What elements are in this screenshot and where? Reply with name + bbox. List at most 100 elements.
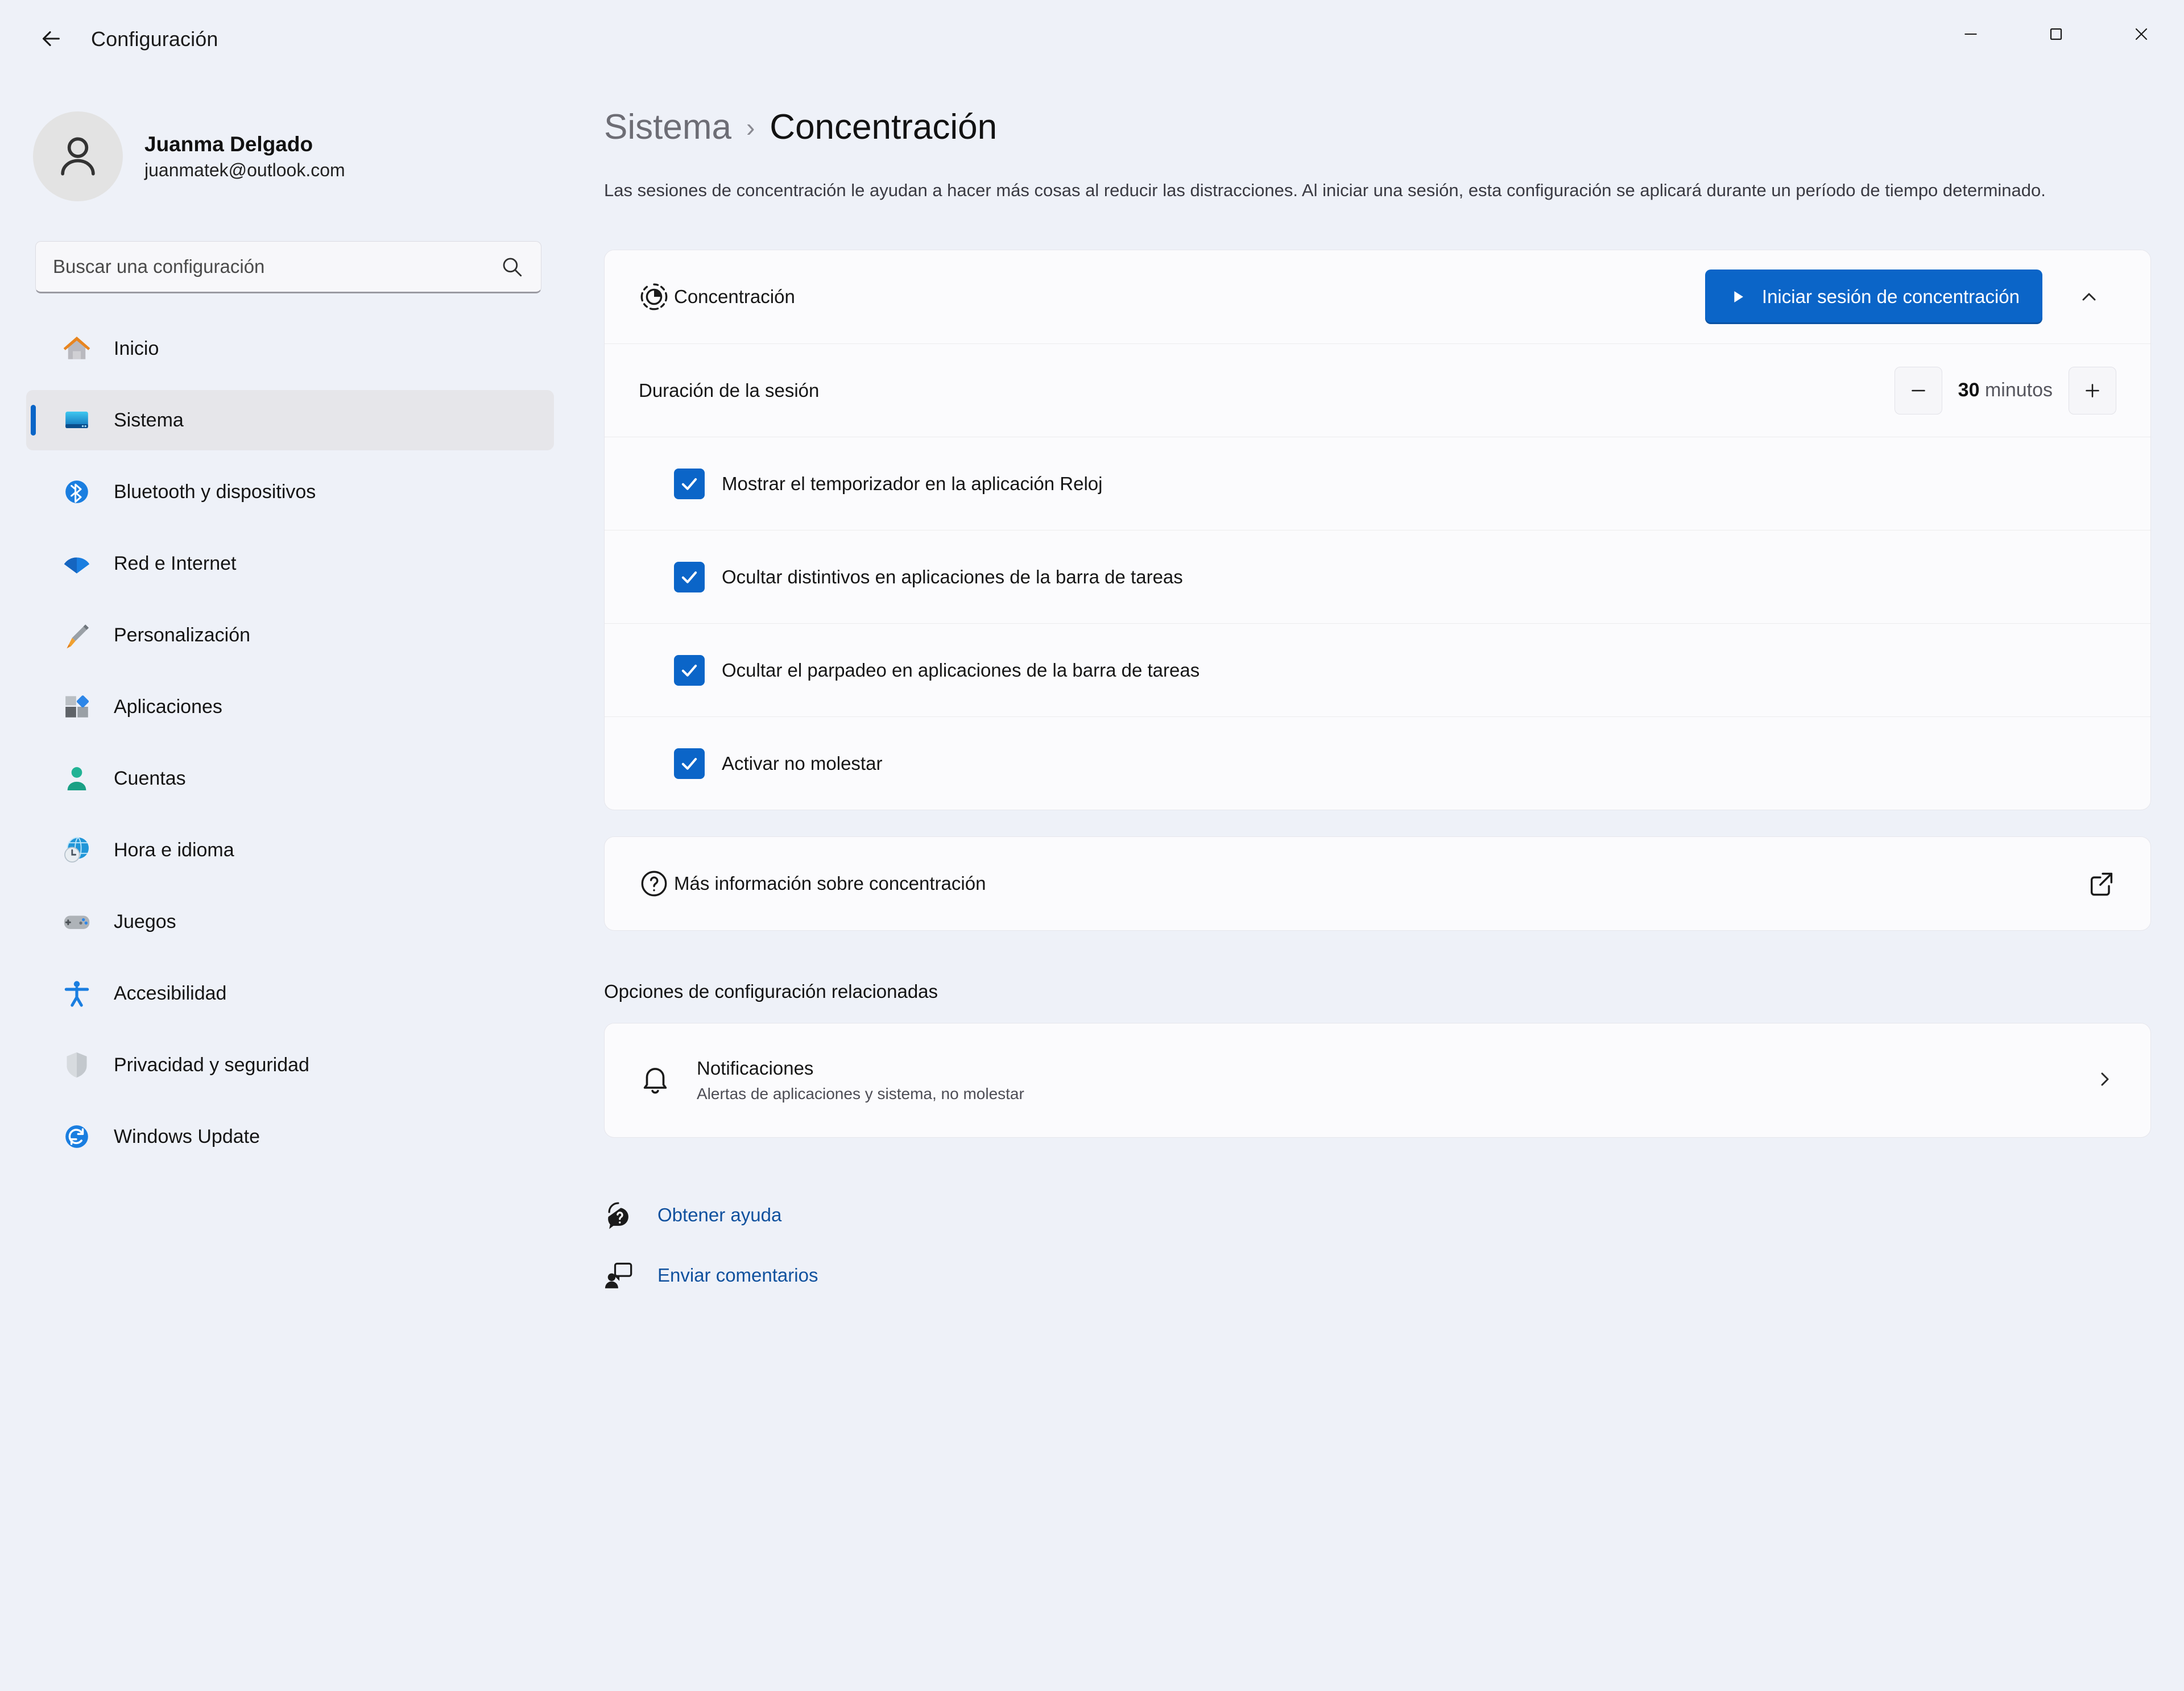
- search-input[interactable]: [53, 256, 500, 277]
- sidebar-item-label: Accesibilidad: [114, 982, 227, 1004]
- accessibility-person-icon: [60, 977, 93, 1010]
- account-block[interactable]: Juanma Delgado juanmatek@outlook.com: [0, 91, 580, 201]
- checkbox-do-not-disturb[interactable]: [674, 748, 705, 779]
- learn-more-label: Más información sobre concentración: [674, 873, 986, 894]
- learn-more-card[interactable]: Más información sobre concentración: [604, 836, 2151, 931]
- sidebar-item-label: Aplicaciones: [114, 695, 222, 718]
- related-item-notificaciones[interactable]: Notificaciones Alertas de aplicaciones y…: [605, 1023, 2150, 1137]
- feedback-icon: [605, 1262, 632, 1288]
- duration-value: 30 minutos: [1958, 379, 2053, 401]
- page-title: Concentración: [770, 107, 998, 147]
- check-icon: [681, 664, 697, 677]
- account-email: juanmatek@outlook.com: [144, 159, 345, 180]
- focus-settings-card: Concentración Iniciar sesión de concentr…: [604, 250, 2151, 811]
- sidebar-item-privacidad[interactable]: Privacidad y seguridad: [26, 1035, 554, 1095]
- checkbox-label: Activar no molestar: [722, 752, 883, 774]
- focus-card-title: Concentración: [674, 286, 795, 308]
- collapse-focus-card-button[interactable]: [2062, 270, 2116, 324]
- checkbox-label: Mostrar el temporizador en la aplicación…: [722, 473, 1103, 494]
- update-refresh-icon: [60, 1120, 93, 1153]
- sidebar-item-label: Sistema: [114, 409, 184, 431]
- home-icon: [60, 332, 93, 365]
- person-icon: [61, 137, 95, 176]
- duration-decrement-button[interactable]: [1894, 366, 1942, 415]
- focus-timer-icon: [639, 281, 674, 312]
- back-arrow-icon: [43, 31, 60, 47]
- question-circle-icon: [639, 868, 674, 899]
- check-icon: [681, 571, 697, 583]
- sidebar-item-label: Red e Internet: [114, 552, 237, 574]
- sidebar-item-bluetooth[interactable]: Bluetooth y dispositivos: [26, 462, 554, 522]
- sidebar-item-juegos[interactable]: Juegos: [26, 892, 554, 952]
- help-question-icon: [608, 1202, 628, 1229]
- related-settings-card: Notificaciones Alertas de aplicaciones y…: [604, 1023, 2151, 1138]
- back-button[interactable]: [23, 16, 80, 61]
- sidebar-item-accesibilidad[interactable]: Accesibilidad: [26, 963, 554, 1023]
- duration-increment-button[interactable]: [2069, 366, 2116, 415]
- sidebar-item-label: Windows Update: [114, 1125, 260, 1147]
- wifi-icon: [60, 547, 93, 580]
- sidebar-item-personalizacion[interactable]: Personalización: [26, 605, 554, 665]
- close-button[interactable]: [2099, 0, 2184, 68]
- sidebar-nav: Inicio Sistema Bluetooth y dispositivos …: [0, 318, 580, 1167]
- shield-icon: [60, 1048, 93, 1081]
- clock-globe-icon: [60, 834, 93, 867]
- paintbrush-icon: [60, 619, 93, 652]
- avatar: [33, 111, 123, 201]
- checkbox-row-hide-badges[interactable]: Ocultar distintivos en aplicaciones de l…: [605, 530, 2150, 623]
- bell-icon: [639, 1063, 674, 1099]
- related-item-subtitle: Alertas de aplicaciones y sistema, no mo…: [697, 1085, 1024, 1103]
- sidebar-item-sistema[interactable]: Sistema: [26, 390, 554, 450]
- sidebar-item-aplicaciones[interactable]: Aplicaciones: [26, 677, 554, 737]
- sidebar-item-red[interactable]: Red e Internet: [26, 533, 554, 594]
- send-feedback-link[interactable]: Enviar comentarios: [604, 1261, 2138, 1290]
- sidebar-item-cuentas[interactable]: Cuentas: [26, 748, 554, 809]
- sidebar-item-windows-update[interactable]: Windows Update: [26, 1106, 554, 1167]
- sidebar-item-label: Juegos: [114, 910, 176, 932]
- checkbox-row-do-not-disturb[interactable]: Activar no molestar: [605, 716, 2150, 810]
- duration-unit: minutos: [1984, 379, 2053, 401]
- settings-window: Configuración Juanma Delgado juanmatek@o…: [0, 0, 2184, 1691]
- checkbox-show-timer[interactable]: [674, 468, 705, 499]
- session-duration-row: Duración de la sesión 30 minutos: [605, 343, 2150, 437]
- system-monitor-icon: [60, 404, 93, 437]
- breadcrumb-separator: ›: [746, 112, 755, 142]
- start-focus-session-button[interactable]: Iniciar sesión de concentración: [1705, 270, 2042, 325]
- maximize-icon: [2050, 28, 2062, 40]
- session-duration-label: Duración de la sesión: [639, 379, 820, 401]
- sidebar-item-label: Inicio: [114, 337, 159, 359]
- minimize-button[interactable]: [1928, 0, 2013, 68]
- breadcrumb: Sistema › Concentración: [604, 107, 2138, 147]
- breadcrumb-parent[interactable]: Sistema: [604, 107, 731, 147]
- checkbox-row-show-timer[interactable]: Mostrar el temporizador en la aplicación…: [605, 437, 2150, 530]
- related-settings-heading: Opciones de configuración relacionadas: [604, 981, 938, 1002]
- start-focus-session-label: Iniciar sesión de concentración: [1761, 286, 2020, 308]
- page-description: Las sesiones de concentración le ayudan …: [604, 180, 2046, 200]
- maximize-button[interactable]: [2013, 0, 2099, 68]
- checkbox-hide-flashing[interactable]: [674, 654, 705, 686]
- account-person-icon: [60, 762, 93, 795]
- checkbox-label: Ocultar distintivos en aplicaciones de l…: [722, 566, 1183, 587]
- get-help-label: Obtener ayuda: [657, 1204, 782, 1226]
- window-controls: [1928, 0, 2184, 68]
- bluetooth-icon: [60, 475, 93, 508]
- search-box[interactable]: [35, 241, 541, 293]
- sidebar-item-hora[interactable]: Hora e idioma: [26, 820, 554, 880]
- sidebar-item-inicio[interactable]: Inicio: [26, 318, 554, 379]
- title-bar: Configuración: [0, 0, 2184, 91]
- chevron-up-icon: [2082, 293, 2096, 301]
- app-title: Configuración: [91, 27, 218, 51]
- plus-icon: [2086, 383, 2099, 397]
- related-item-title: Notificaciones: [697, 1058, 814, 1079]
- minus-icon: [1911, 389, 1925, 391]
- sidebar: Juanma Delgado juanmatek@outlook.com Bus…: [0, 91, 580, 1691]
- checkbox-hide-badges[interactable]: [674, 561, 705, 592]
- checkbox-row-hide-flashing[interactable]: Ocultar el parpadeo en aplicaciones de l…: [605, 623, 2150, 716]
- search-icon: [503, 258, 522, 277]
- account-name: Juanma Delgado: [144, 132, 313, 156]
- sidebar-item-label: Hora e idioma: [114, 839, 234, 861]
- get-help-link[interactable]: Obtener ayuda: [604, 1200, 2138, 1230]
- learn-more-row[interactable]: Más información sobre concentración: [605, 837, 2150, 930]
- sidebar-item-label: Cuentas: [114, 767, 186, 789]
- check-icon: [681, 757, 697, 770]
